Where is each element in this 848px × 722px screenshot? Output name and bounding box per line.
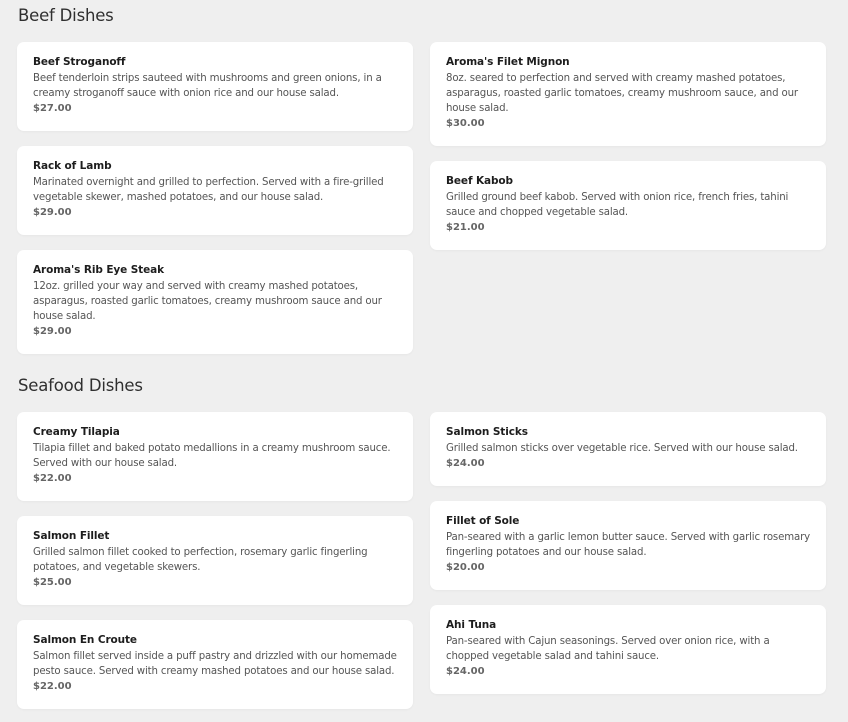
item-price: $27.00 bbox=[33, 103, 72, 114]
item-description: 8oz. seared to perfection and served wit… bbox=[446, 73, 798, 114]
menu-item-rib-eye-steak[interactable]: Aroma's Rib Eye Steak 12oz. grilled your… bbox=[17, 250, 413, 354]
menu-item-salmon-en-croute[interactable]: Salmon En Croute Salmon fillet served in… bbox=[17, 620, 413, 709]
menu-item-fillet-of-sole[interactable]: Fillet of Sole Pan-seared with a garlic … bbox=[430, 501, 826, 590]
menu-item-salmon-sticks[interactable]: Salmon Sticks Grilled salmon sticks over… bbox=[430, 412, 826, 486]
item-description: Tilapia fillet and baked potato medallio… bbox=[33, 443, 391, 469]
item-description: Salmon fillet served inside a puff pastr… bbox=[33, 651, 397, 677]
item-description: Grilled salmon fillet cooked to perfecti… bbox=[33, 547, 368, 573]
item-name: Ahi Tuna bbox=[446, 619, 497, 631]
menu-item-salmon-fillet[interactable]: Salmon Fillet Grilled salmon fillet cook… bbox=[17, 516, 413, 605]
item-price: $22.00 bbox=[33, 681, 72, 692]
item-description: Grilled ground beef kabob. Served with o… bbox=[446, 192, 789, 218]
item-name: Salmon Fillet bbox=[33, 530, 110, 542]
item-name: Creamy Tilapia bbox=[33, 426, 120, 438]
item-description: Marinated overnight and grilled to perfe… bbox=[33, 177, 384, 203]
item-description: Pan-seared with a garlic lemon butter sa… bbox=[446, 532, 810, 558]
section-title-seafood: Seafood Dishes bbox=[18, 376, 143, 395]
item-name: Salmon En Croute bbox=[33, 634, 137, 646]
item-name: Aroma's Rib Eye Steak bbox=[33, 264, 164, 276]
item-price: $29.00 bbox=[33, 207, 72, 218]
item-price: $22.00 bbox=[33, 473, 72, 484]
item-name: Rack of Lamb bbox=[33, 160, 112, 172]
item-price: $29.00 bbox=[33, 326, 72, 337]
item-price: $25.00 bbox=[33, 577, 72, 588]
item-description: Beef tenderloin strips sauteed with mush… bbox=[33, 73, 382, 99]
item-name: Salmon Sticks bbox=[446, 426, 528, 438]
menu-item-beef-stroganoff[interactable]: Beef Stroganoff Beef tenderloin strips s… bbox=[17, 42, 413, 131]
item-description: Pan-seared with Cajun seasonings. Served… bbox=[446, 636, 770, 662]
item-price: $24.00 bbox=[446, 458, 485, 469]
menu-item-ahi-tuna[interactable]: Ahi Tuna Pan-seared with Cajun seasoning… bbox=[430, 605, 826, 694]
menu-item-rack-of-lamb[interactable]: Rack of Lamb Marinated overnight and gri… bbox=[17, 146, 413, 235]
item-name: Beef Stroganoff bbox=[33, 56, 126, 68]
item-name: Fillet of Sole bbox=[446, 515, 520, 527]
item-price: $20.00 bbox=[446, 562, 485, 573]
item-price: $24.00 bbox=[446, 666, 485, 677]
item-name: Aroma's Filet Mignon bbox=[446, 56, 570, 68]
item-price: $30.00 bbox=[446, 118, 485, 129]
item-description: 12oz. grilled your way and served with c… bbox=[33, 281, 382, 322]
item-name: Beef Kabob bbox=[446, 175, 513, 187]
menu-item-filet-mignon[interactable]: Aroma's Filet Mignon 8oz. seared to perf… bbox=[430, 42, 826, 146]
menu-item-creamy-tilapia[interactable]: Creamy Tilapia Tilapia fillet and baked … bbox=[17, 412, 413, 501]
item-description: Grilled salmon sticks over vegetable ric… bbox=[446, 443, 798, 454]
item-price: $21.00 bbox=[446, 222, 485, 233]
menu-item-beef-kabob[interactable]: Beef Kabob Grilled ground beef kabob. Se… bbox=[430, 161, 826, 250]
section-title-beef: Beef Dishes bbox=[18, 6, 114, 25]
